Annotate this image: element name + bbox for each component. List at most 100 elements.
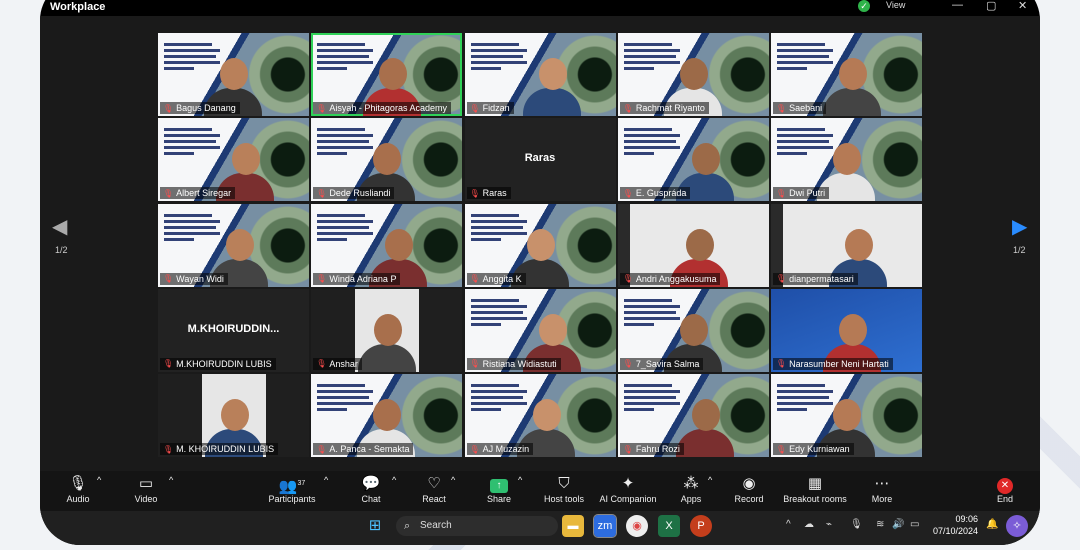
minimize-icon[interactable]: — — [952, 0, 963, 11]
participant-name-tag: 🎙 Winda Adriana P — [313, 272, 401, 285]
participant-tile[interactable]: 🎙 A. Panca - Semakta — [311, 374, 463, 457]
share-button[interactable]: ↑ Share — [485, 475, 513, 504]
video-options-chevron-icon[interactable]: ^ — [169, 475, 173, 485]
battery-icon[interactable]: ▭ — [910, 519, 919, 530]
muted-microphone-icon: 🎙 — [163, 359, 174, 369]
volume-icon[interactable]: 🔊 — [892, 519, 904, 530]
participant-tile[interactable]: 🎙 Saebani — [771, 33, 922, 116]
participant-tile[interactable]: 🎙 Andri Anggakusuma — [617, 203, 769, 287]
audio-label: Audio — [66, 494, 90, 504]
participant-name-tag: 🎙 Dede Rusliandi — [313, 187, 395, 200]
ai-companion-button[interactable]: ✦ AI Companion — [597, 475, 659, 504]
host-tools-button[interactable]: ⛉ Host tools — [543, 475, 585, 504]
participant-tile[interactable]: 🎙 Wayan Widi — [158, 203, 309, 287]
participants-button[interactable]: 👥37 Participants — [266, 475, 318, 504]
participant-name: Rachmat Riyanto — [635, 103, 705, 113]
powerpoint-icon[interactable]: P — [690, 515, 712, 537]
more-button[interactable]: ⋯ More — [870, 475, 894, 504]
zoom-app-icon[interactable]: zm — [593, 514, 617, 538]
end-button[interactable]: ✕ End — [994, 475, 1016, 504]
copilot-icon[interactable]: ✧ — [1006, 515, 1028, 537]
participant-name-tag: 🎙 Edy Kurniawan — [773, 443, 854, 455]
chat-options-chevron-icon[interactable]: ^ — [392, 475, 396, 485]
security-shield-icon[interactable]: ✓ — [858, 0, 870, 12]
participant-name-tag: 🎙 E. Guspráda — [619, 187, 691, 200]
participant-tile[interactable]: 🎙 Dwi Putri — [771, 118, 922, 202]
maximize-icon[interactable]: ▢ — [986, 0, 996, 12]
participant-tile[interactable]: 🎙 Ristiana Widiastuti — [464, 288, 616, 372]
participant-tile[interactable]: 🎙 Narasumber Neni Hartati — [771, 288, 922, 372]
breakout-rooms-button[interactable]: ▦ Breakout rooms — [782, 475, 848, 504]
video-camera-icon: ▭ — [138, 475, 154, 492]
participant-name: Wayan Widi — [176, 273, 224, 284]
excel-icon[interactable]: X — [658, 515, 680, 537]
participant-name-tag: 🎙 Andri Anggakusuma — [619, 272, 721, 285]
participant-tile[interactable]: 🎙 E. Guspráda — [617, 118, 769, 202]
react-button[interactable]: ♡ React — [420, 475, 448, 504]
view-button[interactable]: View — [886, 0, 905, 10]
participant-name: dianpermatasari — [789, 273, 854, 284]
notification-bell-icon[interactable]: 🔔 — [986, 519, 998, 530]
wifi-icon[interactable]: ≋ — [876, 519, 884, 530]
chrome-icon[interactable]: ◉ — [626, 515, 648, 537]
record-button[interactable]: ◉ Record — [734, 475, 764, 504]
tray-overflow-chevron-icon[interactable]: ^ — [786, 519, 791, 530]
muted-microphone-icon: 🎙 — [622, 274, 633, 283]
participant-name-tag: 🎙 Dwi Putri — [773, 187, 830, 200]
react-options-chevron-icon[interactable]: ^ — [451, 475, 455, 485]
previous-page-arrow-icon[interactable]: ◀ — [52, 214, 67, 239]
ai-companion-label: AI Companion — [599, 494, 657, 504]
audio-options-chevron-icon[interactable]: ^ — [97, 475, 101, 485]
muted-microphone-icon: 🎙 — [469, 274, 480, 283]
participant-name-tag: 🎙 Bagus Danang — [160, 102, 240, 114]
participant-tile[interactable]: 🎙 Fahru Rozi — [617, 374, 769, 457]
participant-tile[interactable]: 🎙 Winda Adriana P — [311, 203, 463, 287]
participant-tile[interactable]: 🎙 Bagus Danang — [158, 33, 309, 116]
participant-name: E. Guspráda — [635, 188, 687, 199]
participant-tile[interactable]: 🎙 Edy Kurniawan — [771, 374, 922, 457]
participant-tile[interactable]: 🎙 Anggita K — [464, 203, 616, 287]
participant-tile[interactable]: 🎙 Albert Siregar — [158, 118, 309, 202]
participant-tile[interactable]: 🎙 Dede Rusliandi — [311, 118, 463, 202]
close-icon[interactable]: ✕ — [1018, 0, 1027, 12]
participant-tile[interactable]: 🎙 AJ Muzazin — [464, 374, 616, 457]
participant-tile[interactable]: M.KHOIRUDDIN... 🎙 M.KHOIRUDDIN LUBIS — [158, 288, 309, 372]
next-page-arrow-icon[interactable]: ▶ — [1012, 214, 1027, 239]
participant-tile[interactable]: 🎙 M. KHOIRUDDIN LUBIS — [158, 374, 309, 457]
video-label: Video — [134, 494, 158, 504]
participant-name: Andri Anggakusuma — [635, 273, 717, 284]
apps-options-chevron-icon[interactable]: ^ — [708, 475, 712, 485]
participant-tile[interactable]: 🎙 Anshar — [311, 288, 463, 372]
video-button[interactable]: ▭ Video — [132, 475, 160, 504]
cloud-icon[interactable]: ☁ — [804, 519, 814, 530]
windows-start-icon[interactable]: ⊞ — [364, 515, 386, 537]
bluetooth-icon[interactable]: ⌁ — [826, 519, 832, 530]
participant-tile[interactable]: 🎙 7_Savira Salma — [617, 288, 769, 372]
share-options-chevron-icon[interactable]: ^ — [518, 475, 522, 485]
participants-label: Participants — [268, 494, 316, 504]
page-indicator-right: 1/2 — [1013, 245, 1026, 255]
tray-microphone-icon[interactable]: 🎙 — [850, 519, 863, 530]
participant-video-figure — [821, 54, 883, 116]
participant-tile[interactable]: Raras 🎙 Raras — [464, 118, 616, 202]
apps-label: Apps — [680, 494, 702, 504]
clock-date: 07/10/2024 — [933, 526, 979, 536]
participant-tile[interactable]: 🎙 Fidzan — [464, 33, 616, 116]
taskbar-clock[interactable]: 09:06 07/10/2024 — [933, 513, 978, 537]
taskbar-search-input[interactable]: ⌕ Search — [396, 516, 558, 536]
participant-name-tag: 🎙 Wayan Widi — [160, 272, 228, 285]
participant-tile[interactable]: 🎙 Rachmat Riyanto — [617, 33, 769, 116]
participant-tile[interactable]: 🎙 Aisyah - Phitagoras Academy — [311, 33, 463, 116]
muted-microphone-icon: 🎙 — [163, 188, 174, 198]
sparkle-icon: ✦ — [621, 475, 635, 492]
apps-button[interactable]: ⁂ Apps — [679, 475, 703, 504]
muted-microphone-icon: 🎙 — [776, 188, 787, 198]
participants-options-chevron-icon[interactable]: ^ — [324, 475, 328, 485]
participant-tile[interactable]: 🎙 dianpermatasari — [771, 203, 922, 287]
clock-time: 09:06 — [955, 514, 979, 524]
file-explorer-icon[interactable]: ▬ — [562, 515, 584, 537]
audio-button[interactable]: 🎙 Audio — [64, 475, 92, 504]
record-label: Record — [734, 494, 764, 504]
record-icon: ◉ — [742, 475, 756, 492]
chat-button[interactable]: 💬 Chat — [358, 475, 384, 504]
